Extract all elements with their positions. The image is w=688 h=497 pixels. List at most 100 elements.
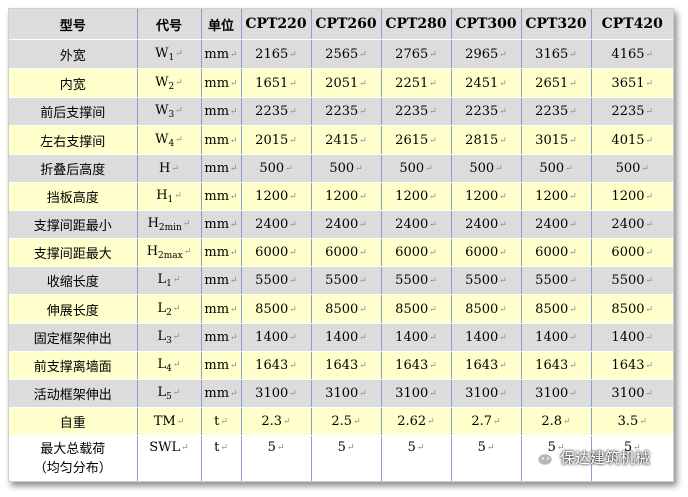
row-value-cell: 3100↵	[521, 379, 592, 408]
paragraph-mark: ↵	[175, 134, 183, 145]
row-value: 1643	[535, 358, 569, 373]
paragraph-mark: ↵	[641, 164, 649, 174]
paragraph-mark: ↵	[230, 361, 238, 371]
paragraph-mark: ↵	[289, 78, 297, 89]
row-value-cell: 500↵	[241, 154, 312, 183]
row-value: 5500	[255, 273, 289, 288]
row-value-cell: 3100↵	[591, 379, 673, 408]
row-value-cell: 2.62↵	[381, 407, 452, 436]
row-value-cell: 1643↵	[241, 351, 312, 380]
row-value: 2415	[325, 132, 359, 148]
paragraph-mark: ↵	[569, 192, 577, 202]
row-value: 2400	[325, 217, 359, 232]
row-unit-text: mm	[204, 75, 230, 91]
row-value-cell: 3015↵	[521, 125, 592, 155]
row-value: 2235	[465, 104, 499, 119]
row-value: 2051	[325, 75, 359, 91]
row-value: 1643	[611, 358, 645, 373]
paragraph-mark: ↵	[283, 417, 291, 427]
spec-table: 型号 代号 单位 CPT220 CPT260 CPT280 CPT300 CPT…	[9, 9, 673, 481]
row-name: 伸展长度	[9, 294, 138, 324]
row-name: 内宽	[9, 68, 138, 98]
paragraph-mark: ↵	[429, 389, 437, 399]
row-value-cell: 500↵	[451, 154, 522, 183]
paragraph-mark: ↵	[359, 361, 367, 371]
paragraph-mark: ↵	[182, 219, 191, 229]
row-value: 500	[399, 161, 425, 176]
row-unit: mm↵	[201, 210, 242, 239]
row-value-cell: 2.5↵	[311, 407, 382, 436]
row-unit-text: mm	[204, 330, 230, 345]
row-value-cell: 4165↵	[591, 39, 673, 69]
table-row: 折叠后高度 H↵ mm↵ 500↵ 500↵ 500↵ 500↵ 500↵ 500↵	[9, 154, 673, 183]
paragraph-mark: ↵	[429, 333, 437, 343]
row-code: L1↵	[137, 266, 202, 295]
paragraph-mark: ↵	[645, 135, 654, 146]
row-unit-text: mm	[204, 189, 230, 204]
paragraph-mark: ↵	[429, 361, 437, 371]
row-value: 3165	[535, 46, 569, 62]
paragraph-mark: ↵	[230, 389, 238, 399]
row-name-text: 外宽	[59, 48, 86, 64]
row-value: 2235	[325, 104, 359, 119]
row-value: 2235	[611, 104, 645, 119]
paragraph-mark: ↵	[289, 248, 297, 258]
row-value: 2400	[395, 217, 429, 232]
paragraph-mark: ↵	[353, 417, 361, 427]
row-value-cell: 1200↵	[241, 182, 312, 211]
row-code-subscript: 3	[166, 336, 172, 346]
row-code-symbol: H	[156, 188, 168, 203]
row-unit: mm↵	[201, 266, 242, 295]
paragraph-mark: ↵	[429, 107, 437, 117]
paragraph-mark: ↵	[172, 360, 181, 370]
row-value-cell: 5500↵	[521, 266, 592, 295]
row-value-cell: 2235↵	[311, 97, 382, 126]
row-value: 2615	[395, 132, 429, 148]
row-value-cell: 8500↵	[521, 294, 592, 324]
paragraph-mark: ↵	[427, 417, 435, 427]
row-value: 5	[407, 440, 416, 455]
paragraph-mark: ↵	[486, 443, 495, 453]
row-value-cell: 5500↵	[311, 266, 382, 295]
row-value: 5500	[465, 273, 499, 288]
row-value-cell: 1643↵	[311, 351, 382, 380]
row-unit-text: mm	[204, 386, 230, 401]
row-value-cell: 6000↵	[241, 238, 312, 267]
row-value-cell: 5500↵	[451, 266, 522, 295]
row-value-cell: 6000↵	[451, 238, 522, 267]
paragraph-mark: ↵	[429, 304, 437, 315]
paragraph-mark: ↵	[645, 78, 654, 89]
row-value-cell: 2451↵	[451, 68, 522, 98]
row-value-cell: 3165↵	[521, 39, 592, 69]
row-code: H2max↵	[137, 238, 202, 267]
row-value: 8500	[255, 301, 289, 317]
row-unit: mm↵	[201, 182, 242, 211]
row-value-cell: 2235↵	[451, 97, 522, 126]
row-name-text: 支撑间距最小	[33, 219, 112, 234]
paragraph-mark: ↵	[230, 192, 238, 202]
paragraph-mark: ↵	[359, 389, 367, 399]
row-value: 6000	[255, 245, 289, 260]
paragraph-mark: ↵	[359, 304, 367, 315]
paragraph-mark: ↵	[569, 276, 577, 286]
row-unit: mm↵	[201, 125, 242, 155]
header-model: CPT280	[381, 9, 452, 40]
paragraph-mark: ↵	[645, 389, 654, 399]
paragraph-mark: ↵	[569, 78, 577, 89]
row-value-cell: 8500↵	[381, 294, 452, 324]
paragraph-mark: ↵	[429, 220, 437, 230]
paragraph-mark: ↵	[499, 220, 507, 230]
row-value-cell: 500↵	[381, 154, 452, 183]
row-code-symbol: H	[147, 216, 159, 231]
row-value: 5500	[611, 273, 645, 288]
row-value: 1200	[395, 189, 429, 204]
row-unit: mm↵	[201, 68, 242, 98]
row-value: 1200	[465, 189, 499, 204]
paragraph-mark: ↵	[230, 220, 238, 230]
table-row: 支撑间距最大 H2max↵ mm↵ 6000↵ 6000↵ 6000↵ 6000↵ 6000↵…	[9, 238, 673, 267]
row-code: L3↵	[137, 323, 202, 352]
row-value-cell: 8500↵	[241, 294, 312, 324]
row-value-cell: 6000↵	[311, 238, 382, 267]
row-value: 6000	[325, 245, 359, 260]
row-code: W1↵	[137, 39, 202, 69]
